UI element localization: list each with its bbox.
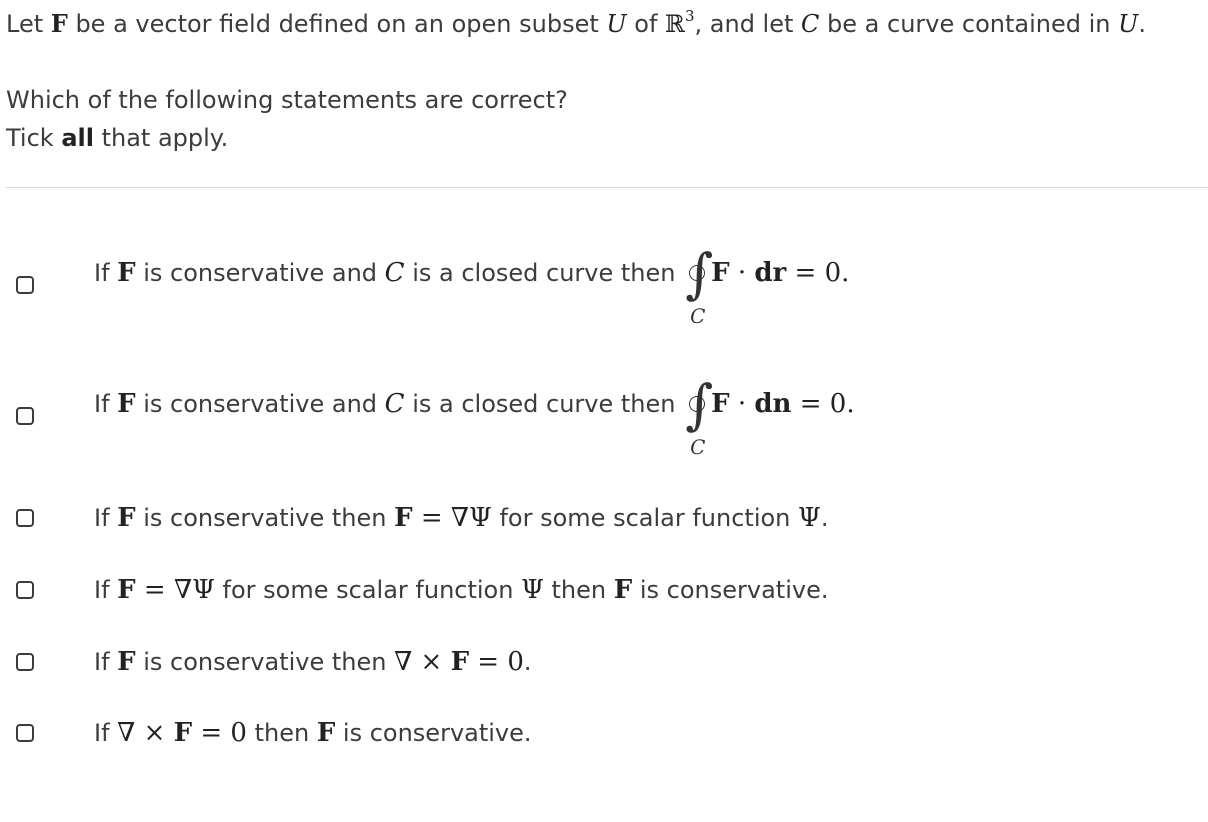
question-intro: Let F be a vector field defined on an op… xyxy=(6,7,1146,39)
checkbox-1[interactable] xyxy=(16,276,34,294)
answer-option-4[interactable]: If F = ∇Ψ for some scalar function Ψ the… xyxy=(0,562,1208,622)
contour-integral-symbol: ∫ C xyxy=(685,242,714,328)
checkbox-4[interactable] xyxy=(16,581,34,599)
answer-option-5[interactable]: If F is conservative then ∇ × F = 0. xyxy=(0,634,1208,694)
option-5-label: If F is conservative then ∇ × F = 0. xyxy=(94,647,532,677)
divider xyxy=(6,187,1208,188)
checkbox-5[interactable] xyxy=(16,653,34,671)
option-1-label: If F is conservative and C is a closed c… xyxy=(94,242,850,328)
checkbox-6[interactable] xyxy=(16,724,34,742)
answer-option-6[interactable]: If ∇ × F = 0 then F is conservative. xyxy=(0,705,1208,765)
option-3-label: If F is conservative then F = ∇Ψ for som… xyxy=(94,503,829,533)
option-6-label: If ∇ × F = 0 then F is conservative. xyxy=(94,718,532,748)
option-2-label: If F is conservative and C is a closed c… xyxy=(94,373,855,459)
option-4-label: If F = ∇Ψ for some scalar function Ψ the… xyxy=(94,575,829,605)
checkbox-2[interactable] xyxy=(16,407,34,425)
question-prompt: Which of the following statements are co… xyxy=(6,86,568,114)
answer-option-2[interactable]: If F is conservative and C is a closed c… xyxy=(0,373,1208,459)
question-instruction: Tick all that apply. xyxy=(6,124,229,152)
answer-option-1[interactable]: If F is conservative and C is a closed c… xyxy=(0,242,1208,328)
checkbox-3[interactable] xyxy=(16,509,34,527)
answer-option-3[interactable]: If F is conservative then F = ∇Ψ for som… xyxy=(0,490,1208,550)
contour-integral-symbol: ∫ C xyxy=(685,373,714,459)
